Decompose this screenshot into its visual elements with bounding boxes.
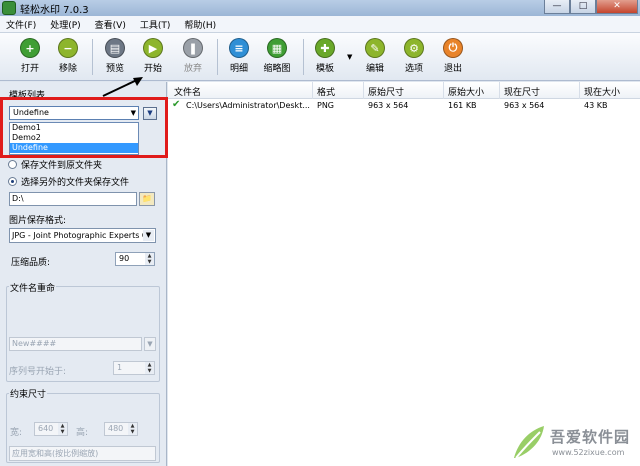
annotation-arrow [102,77,143,97]
site-watermark: 吾爱软件园 www.52zixue.com [508,422,636,462]
leaf-logo-icon [514,426,544,459]
watermark-url: www.52zixue.com [552,448,625,457]
watermark-brand: 吾爱软件园 [550,428,631,446]
